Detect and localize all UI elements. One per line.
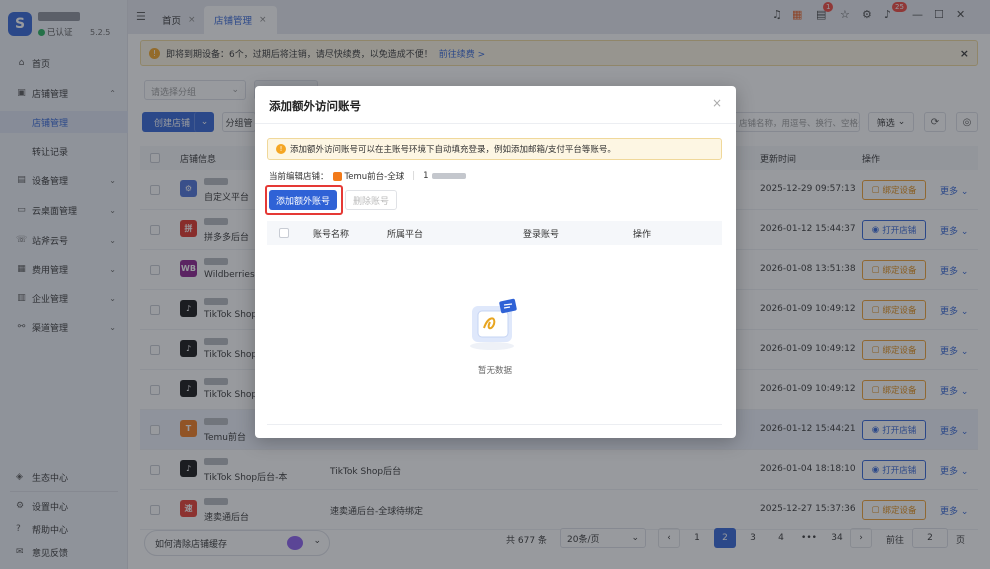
dialog-bottom-divider [267,424,722,425]
empty-state-icon [460,294,530,354]
dialog-title: 添加额外访问账号 [269,99,361,113]
current-store-label: 当前编辑店铺： [269,172,329,182]
redacted-id [431,173,466,179]
add-extra-account-dialog: 添加额外访问账号 × ! 添加额外访问账号可以在主账号环境下自动填充登录，例如添加… [255,86,736,438]
add-extra-account-button[interactable]: 添加额外账号 [269,190,337,210]
column-account-name: 账号名称 [313,230,350,240]
select-all-checkbox[interactable] [279,228,289,238]
empty-state-text: 暂无数据 [477,366,512,376]
accounts-table-header: 账号名称 所属平台 登录账号 操作 [267,221,722,245]
temu-icon [332,171,342,181]
column-login-account: 登录账号 [523,230,560,240]
dialog-tip: ! 添加额外访问账号可以在主账号环境下自动填充登录，例如添加邮箱/支付平台等账号。 [267,138,722,160]
delete-account-button[interactable]: 删除账号 [345,190,397,210]
dialog-divider [255,123,736,124]
dialog-tip-text: 添加额外访问账号可以在主账号环境下自动填充登录，例如添加邮箱/支付平台等账号。 [290,145,616,155]
warning-icon: ! [276,144,286,154]
column-operation: 操作 [633,230,652,240]
current-store-name: Temu前台-全球 [344,172,405,182]
separator: | [412,171,416,181]
close-icon[interactable]: × [712,96,722,110]
column-platform: 所属平台 [387,230,424,240]
current-store-id: 1 [423,171,429,181]
current-store-info: 当前编辑店铺： Temu前台-全球 | 1 [269,170,466,182]
